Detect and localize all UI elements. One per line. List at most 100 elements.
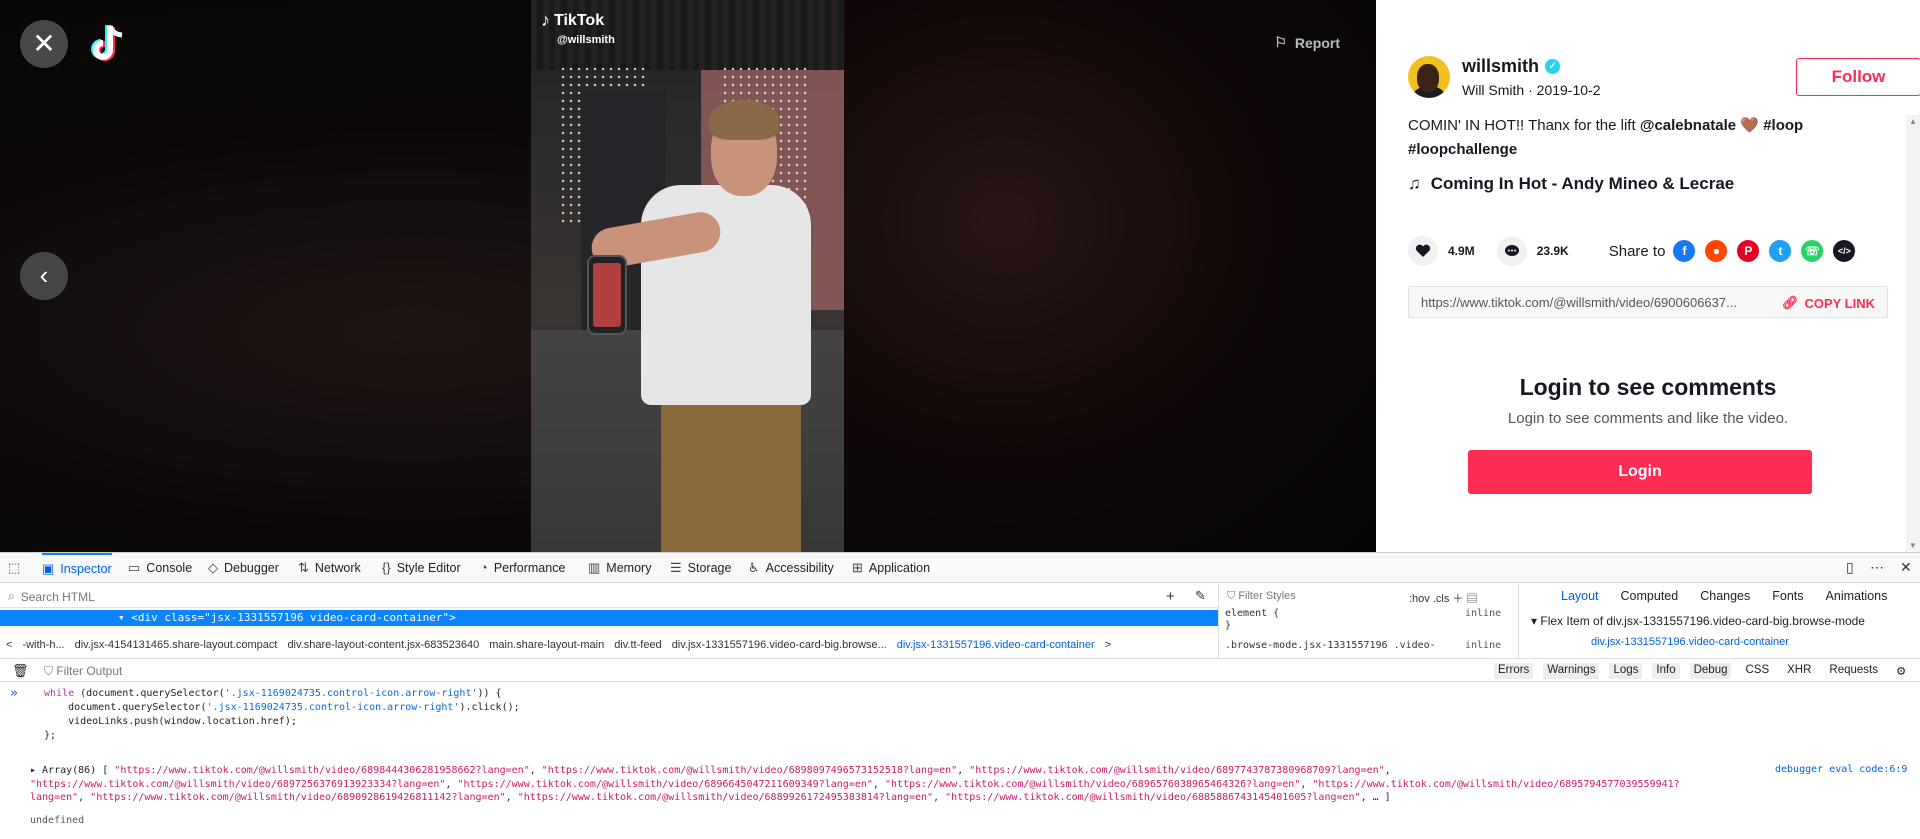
pseudo-class-toggles[interactable]: :hov .cls ＋ ▤ [1409, 590, 1477, 606]
scroll-down-icon[interactable]: ▼ [1909, 541, 1917, 550]
breadcrumb-scroll-right-icon[interactable]: > [1105, 639, 1111, 651]
filter-logs-button[interactable]: Logs [1609, 663, 1643, 679]
hashtag-link[interactable]: #loop [1763, 117, 1803, 134]
tab-computed[interactable]: Computed [1621, 589, 1679, 603]
breadcrumb-item[interactable]: div.tt-feed [614, 639, 662, 651]
filter-xhr-button[interactable]: XHR [1783, 663, 1815, 679]
twitter-icon[interactable]: t [1769, 240, 1792, 262]
tab-network[interactable]: ⇅ Network [298, 553, 361, 583]
code-text: document.querySelector( [44, 702, 207, 713]
filter-requests-button[interactable]: Requests [1825, 663, 1882, 679]
close-button[interactable]: ✕ [20, 20, 68, 68]
eyedropper-icon[interactable]: ✎ [1195, 588, 1206, 604]
code-string: '.jsx-1169024735.control-icon.arrow-righ… [224, 688, 478, 699]
selected-html-node[interactable]: ▾ <div class="jsx-1331557196 video-card-… [0, 610, 1218, 626]
tab-changes[interactable]: Changes [1700, 589, 1750, 603]
inspector-toolbar: ⌕ Search HTML + ✎ [0, 584, 1218, 608]
follow-button[interactable]: Follow [1796, 58, 1920, 96]
breadcrumb: < -with-h... div.jsx-4154131465.share-la… [0, 635, 1218, 655]
network-icon: ⇅ [298, 560, 309, 575]
console-input-code[interactable]: while (document.querySelector('.jsx-1169… [44, 687, 520, 743]
previous-video-button[interactable]: ‹ [20, 252, 68, 300]
filter-errors-button[interactable]: Errors [1494, 663, 1534, 679]
breadcrumb-item-current[interactable]: div.jsx-1331557196.video-card-container [897, 639, 1095, 651]
console-result-array[interactable]: ▸ Array(86) [ "https://www.tiktok.com/@w… [30, 764, 1730, 805]
selected-html-node-text: <div class="jsx-1331557196 video-card-co… [131, 611, 456, 624]
result-url: "https://www.tiktok.com/@willsmith/video… [884, 778, 1301, 790]
share-label: Share to [1608, 242, 1666, 260]
filter-info-button[interactable]: Info [1652, 663, 1680, 679]
settings-gear-icon[interactable]: ⚙ [1892, 663, 1910, 679]
video-area: ♪ TikTok @willsmith ✕ ‹ ⚐ Report [0, 0, 1376, 552]
flex-item-selector[interactable]: div.jsx-1331557196.video-card-container [1591, 636, 1789, 648]
whatsapp-icon[interactable]: ☏ [1801, 240, 1824, 262]
tab-memory[interactable]: ▥ Memory [588, 553, 651, 583]
tab-animations[interactable]: Animations [1826, 589, 1888, 603]
like-count: 4.9M [1448, 244, 1475, 258]
breadcrumb-item[interactable]: div.jsx-1331557196.video-card-big.browse… [672, 639, 887, 651]
devtools-panel: ⬚ ▣ Inspector ▭ Console ◇ Debugger ⇅ Network… [0, 552, 1920, 839]
search-html-placeholder: Search HTML [20, 589, 95, 604]
video-caption: COMIN' IN HOT!! Thanx for the lift @cale… [1408, 114, 1878, 162]
tab-application-label: Application [868, 561, 931, 575]
login-button[interactable]: Login [1468, 450, 1812, 494]
caption-mention-link[interactable]: @calebnatale [1640, 117, 1736, 134]
accessibility-icon: ♿︎ [748, 560, 760, 575]
tab-performance[interactable]: ◔ Performance [480, 553, 565, 583]
more-options-icon[interactable]: ⋯ [1870, 559, 1884, 576]
tab-accessibility[interactable]: ♿︎ Accessibility [748, 553, 834, 583]
tab-application[interactable]: ⊞ Application [852, 553, 930, 583]
close-devtools-icon[interactable]: ✕ [1900, 559, 1912, 576]
panel-scrollbar[interactable]: ▲ ▼ [1906, 115, 1920, 552]
tab-inspector[interactable]: ▣ Inspector [42, 553, 112, 583]
pinterest-icon[interactable]: P [1737, 240, 1760, 262]
video-watermark-brand: TikTok [554, 11, 605, 29]
breadcrumb-item[interactable]: div.jsx-4154131465.share-layout.compact [75, 639, 278, 651]
layout-pane: Layout Computed Changes Fonts Animations… [1518, 584, 1920, 658]
dock-icon[interactable]: ▯ [1846, 559, 1854, 576]
comment-count: 23.9K [1536, 244, 1569, 258]
tab-style-editor[interactable]: {} Style Editor [382, 553, 461, 583]
reddit-icon[interactable]: ● [1705, 240, 1728, 262]
breadcrumb-item[interactable]: -with-h... [22, 639, 64, 651]
like-button[interactable] [1408, 236, 1438, 266]
result-url: "https://www.tiktok.com/@willsmith/video… [90, 792, 506, 803]
tiktok-logo-icon[interactable] [88, 20, 130, 68]
result-url: "https://www.tiktok.com/@willsmith/video… [114, 765, 530, 776]
scroll-up-icon[interactable]: ▲ [1909, 117, 1917, 126]
video-link-url[interactable]: https://www.tiktok.com/@willsmith/video/… [1421, 295, 1766, 310]
avatar[interactable] [1408, 56, 1450, 98]
tab-storage[interactable]: ☰ Storage [670, 553, 731, 583]
trash-icon[interactable]: 🗑︎ [12, 663, 29, 679]
filter-debug-button[interactable]: Debug [1689, 663, 1732, 679]
comment-button[interactable] [1496, 236, 1527, 266]
report-button[interactable]: ⚐ Report [1274, 34, 1340, 51]
breadcrumb-item[interactable]: main.share-layout-main [489, 639, 604, 651]
cls-toggle[interactable]: .cls [1433, 593, 1450, 605]
embed-icon[interactable]: </> [1833, 240, 1856, 262]
code-text: (document.querySelector( [74, 688, 225, 699]
flex-item-heading[interactable]: ▾ Flex Item of div.jsx-1331557196.video-… [1531, 614, 1865, 628]
filter-output-input[interactable]: ⛉ Filter Output [44, 664, 122, 679]
facebook-icon[interactable]: f [1673, 240, 1696, 262]
tab-debugger[interactable]: ◇ Debugger [208, 553, 279, 583]
element-picker-button[interactable]: ⬚ [8, 553, 20, 583]
breadcrumb-scroll-left-icon[interactable]: < [6, 639, 12, 651]
add-node-icon[interactable]: + [1166, 588, 1175, 605]
result-source-link[interactable]: debugger eval code:6:9 [1775, 764, 1907, 775]
filter-warnings-button[interactable]: Warnings [1543, 663, 1600, 679]
author-username[interactable]: willsmith ✓ [1462, 56, 1561, 77]
hashtag-link[interactable]: #loopchallenge [1408, 141, 1517, 158]
tab-fonts[interactable]: Fonts [1772, 589, 1803, 603]
copy-link-button[interactable]: 🔗︎ COPY LINK [1782, 295, 1875, 311]
hov-toggle[interactable]: :hov [1409, 593, 1430, 605]
tab-layout[interactable]: Layout [1561, 589, 1599, 603]
filter-css-button[interactable]: CSS [1741, 663, 1773, 679]
search-html-input[interactable]: ⌕ Search HTML [8, 589, 95, 604]
breadcrumb-item[interactable]: div.share-layout-content.jsx-683523640 [287, 639, 479, 651]
music-link[interactable]: ♫ Coming In Hot - Andy Mineo & Lecrae [1408, 174, 1734, 194]
filter-styles-input[interactable]: ⛉ Filter Styles [1227, 590, 1296, 603]
tab-console[interactable]: ▭ Console [128, 553, 192, 583]
video-phone [587, 255, 627, 335]
video-player[interactable]: ♪ TikTok @willsmith [531, 0, 844, 552]
